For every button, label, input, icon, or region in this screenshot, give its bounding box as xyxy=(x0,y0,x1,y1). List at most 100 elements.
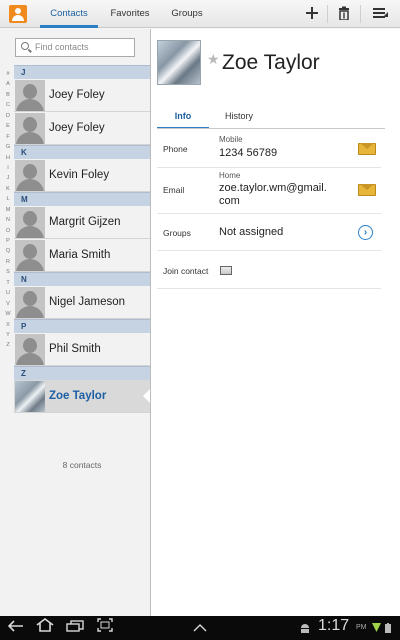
index-letter[interactable]: A xyxy=(3,79,13,89)
contact-count: 8 contacts xyxy=(62,460,102,470)
chevron-up-icon xyxy=(193,624,207,632)
index-letter[interactable]: O xyxy=(3,226,13,236)
contacts-app-icon[interactable] xyxy=(9,5,27,23)
tab-history[interactable]: History xyxy=(213,107,265,129)
contact-name: Phil Smith xyxy=(49,343,101,355)
contact-photo[interactable] xyxy=(157,40,201,85)
default-avatar-icon xyxy=(15,113,45,144)
tab-groups[interactable]: Groups xyxy=(160,0,214,28)
index-letter[interactable]: J xyxy=(3,173,13,183)
index-letter[interactable]: Y xyxy=(3,330,13,340)
trash-icon xyxy=(339,6,349,21)
email-type: Home xyxy=(219,171,241,180)
index-letter[interactable]: R xyxy=(3,257,13,267)
section-header: J xyxy=(14,65,150,79)
contact-name: Joey Foley xyxy=(49,89,105,101)
phone-number: 1234 56789 xyxy=(219,147,278,159)
contact-name: Margrit Gijzen xyxy=(49,216,121,228)
delete-button[interactable] xyxy=(332,2,356,26)
overflow-menu-button[interactable] xyxy=(368,2,392,26)
index-letter[interactable]: U xyxy=(3,288,13,298)
contact-list-item[interactable]: Margrit Gijzen xyxy=(14,206,150,239)
contact-list-item[interactable]: Maria Smith xyxy=(14,239,150,272)
email-label: Email xyxy=(163,185,185,195)
index-letter[interactable]: I xyxy=(3,163,13,173)
tab-favorites[interactable]: Favorites xyxy=(101,0,159,28)
clock-ampm: PM xyxy=(356,624,367,631)
search-icon xyxy=(21,42,29,50)
index-letter[interactable]: N xyxy=(3,215,13,225)
index-letter[interactable]: E xyxy=(3,121,13,131)
divider xyxy=(327,5,328,23)
index-letter[interactable]: M xyxy=(3,205,13,215)
section-header: Z xyxy=(14,366,150,380)
index-letter[interactable]: # xyxy=(3,69,13,79)
index-letter[interactable]: Q xyxy=(3,246,13,256)
groups-label: Groups xyxy=(163,228,191,238)
clock[interactable]: 1:17 xyxy=(318,617,349,635)
index-letter[interactable]: V xyxy=(3,299,13,309)
index-letter[interactable]: P xyxy=(3,236,13,246)
join-contact-checkbox[interactable] xyxy=(220,266,232,275)
screenshot-button[interactable] xyxy=(94,618,116,638)
default-avatar-icon xyxy=(15,334,45,365)
contact-list-item[interactable]: Zoe Taylor xyxy=(14,380,150,413)
favorite-star-icon[interactable]: ★ xyxy=(207,51,220,68)
contact-name: Zoe Taylor xyxy=(222,51,320,74)
message-icon[interactable] xyxy=(358,143,376,155)
search-input[interactable]: Find contacts xyxy=(15,38,135,57)
join-contact-field[interactable]: Join contact xyxy=(157,251,381,289)
index-letter[interactable]: W xyxy=(3,309,13,319)
index-letter[interactable]: G xyxy=(3,142,13,152)
plus-icon xyxy=(306,7,318,19)
index-letter[interactable]: K xyxy=(3,184,13,194)
app-tray-button[interactable] xyxy=(190,618,210,638)
home-icon xyxy=(36,618,54,632)
chevron-right-icon[interactable]: › xyxy=(358,225,373,240)
section-header: P xyxy=(14,319,150,333)
tab-contacts[interactable]: Contacts xyxy=(40,0,98,28)
index-letter[interactable]: H xyxy=(3,153,13,163)
index-letter[interactable]: L xyxy=(3,194,13,204)
index-letter[interactable]: C xyxy=(3,100,13,110)
contact-list-item[interactable]: Phil Smith xyxy=(14,333,150,366)
index-letter[interactable]: T xyxy=(3,278,13,288)
menu-icon xyxy=(373,8,388,18)
contact-list-item[interactable]: Joey Foley xyxy=(14,112,150,145)
add-contact-button[interactable] xyxy=(300,2,324,26)
recent-apps-button[interactable] xyxy=(64,618,86,638)
battery-icon xyxy=(385,623,391,635)
phone-label: Phone xyxy=(163,144,188,154)
phone-field[interactable]: Phone Mobile 1234 56789 xyxy=(157,129,381,168)
index-letter[interactable]: F xyxy=(3,132,13,142)
index-letter[interactable]: B xyxy=(3,90,13,100)
recent-apps-icon xyxy=(66,620,84,632)
contact-list-item[interactable]: Nigel Jameson xyxy=(14,286,150,319)
tab-info[interactable]: Info xyxy=(157,107,209,129)
contact-list: J Joey Foley Joey Foley K Kevin Foley M Margri… xyxy=(14,65,150,413)
index-letter[interactable]: D xyxy=(3,111,13,121)
android-debug-icon xyxy=(300,623,310,635)
contact-name: Kevin Foley xyxy=(49,169,110,181)
contact-list-pane: Find contacts # A B C D E F G H I J K L M N O P Q R S T U V W X Y… xyxy=(0,29,150,616)
email-icon[interactable] xyxy=(358,184,376,196)
selection-indicator xyxy=(143,389,150,403)
back-button[interactable] xyxy=(5,618,27,638)
home-button[interactable] xyxy=(34,618,56,638)
section-header: N xyxy=(14,272,150,286)
email-field[interactable]: Email Home zoe.taylor.wm@gmail. com xyxy=(157,168,381,214)
email-address-line2: com xyxy=(219,195,240,207)
contact-list-item[interactable]: Joey Foley xyxy=(14,79,150,112)
index-letter[interactable]: Z xyxy=(3,340,13,350)
divider xyxy=(360,5,361,23)
groups-field[interactable]: Groups Not assigned › xyxy=(157,214,381,251)
index-letter[interactable]: S xyxy=(3,267,13,277)
default-avatar-icon xyxy=(15,287,45,318)
alphabet-index[interactable]: # A B C D E F G H I J K L M N O P Q R S T U V W X Y Z xyxy=(3,69,13,351)
contact-list-item[interactable]: Kevin Foley xyxy=(14,159,150,192)
contact-name: Nigel Jameson xyxy=(49,296,126,308)
index-letter[interactable]: X xyxy=(3,320,13,330)
contact-photo-thumbnail xyxy=(15,381,45,412)
default-avatar-icon xyxy=(15,240,45,271)
default-avatar-icon xyxy=(15,160,45,191)
